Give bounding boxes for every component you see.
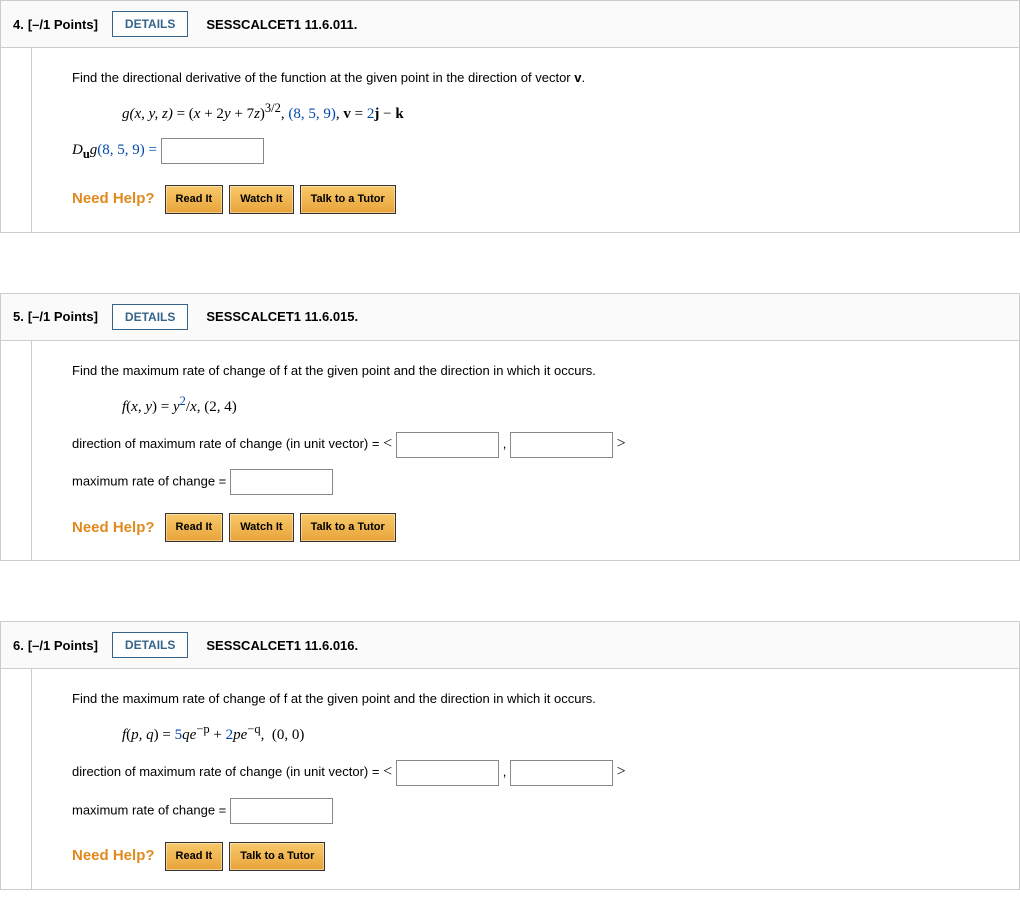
read-it-button[interactable]: Read It xyxy=(165,513,224,542)
need-help-label: Need Help? xyxy=(72,514,155,543)
read-it-button[interactable]: Read It xyxy=(165,185,224,214)
answer-input-q5-dir2[interactable] xyxy=(510,432,613,458)
details-button[interactable]: DETAILS xyxy=(112,632,188,658)
details-button[interactable]: DETAILS xyxy=(112,11,188,37)
label-u: u xyxy=(83,147,90,161)
comma: , xyxy=(503,436,510,451)
question-body: Find the maximum rate of change of f at … xyxy=(31,341,1019,560)
help-row: Need Help? Read It Watch It Talk to a Tu… xyxy=(72,185,997,214)
answer-input-q6-max[interactable] xyxy=(230,798,333,824)
read-it-button[interactable]: Read It xyxy=(165,842,224,871)
question-number: 6. xyxy=(13,638,24,653)
max-label: maximum rate of change = xyxy=(72,802,226,817)
label-D: D xyxy=(72,142,83,158)
max-line: maximum rate of change = xyxy=(72,798,997,824)
question-code: SESSCALCET1 11.6.011. xyxy=(206,17,357,32)
open-bracket: < xyxy=(383,763,396,780)
direction-label: direction of maximum rate of change (in … xyxy=(72,436,379,451)
max-line: maximum rate of change = xyxy=(72,469,997,495)
watch-it-button[interactable]: Watch It xyxy=(229,185,293,214)
answer-label: Dug(8, 5, 9) = xyxy=(72,142,161,158)
answer-line: Dug(8, 5, 9) = xyxy=(72,136,997,167)
question-6: 6. [–/1 Points] DETAILS SESSCALCET1 11.6… xyxy=(0,621,1020,889)
question-4: 4. [–/1 Points] DETAILS SESSCALCET1 11.6… xyxy=(0,0,1020,233)
formula: f(p, q) = 5qe−p + 2pe−q, (0, 0) xyxy=(122,718,997,750)
question-points: [–/1 Points] xyxy=(28,638,98,653)
need-help-label: Need Help? xyxy=(72,185,155,214)
question-number: 4. xyxy=(13,17,24,32)
answer-input-q4[interactable] xyxy=(161,138,264,164)
formula: f(x, y) = y2/x, (2, 4) xyxy=(122,390,997,422)
question-code: SESSCALCET1 11.6.015. xyxy=(206,309,358,324)
direction-line: direction of maximum rate of change (in … xyxy=(72,429,997,459)
question-points: [–/1 Points] xyxy=(28,309,98,324)
answer-input-q6-dir2[interactable] xyxy=(510,760,613,786)
formula: g(x, y, z) = (x + 2y + 7z)3/2, (8, 5, 9)… xyxy=(122,97,997,129)
answer-input-q5-max[interactable] xyxy=(230,469,333,495)
close-bracket: > xyxy=(617,763,626,780)
details-button[interactable]: DETAILS xyxy=(112,304,188,330)
talk-tutor-button[interactable]: Talk to a Tutor xyxy=(300,185,396,214)
question-header: 6. [–/1 Points] DETAILS SESSCALCET1 11.6… xyxy=(1,622,1019,669)
question-body: Find the directional derivative of the f… xyxy=(31,48,1019,232)
question-code: SESSCALCET1 11.6.016. xyxy=(206,638,358,653)
direction-line: direction of maximum rate of change (in … xyxy=(72,757,997,787)
label-point: (8, 5, 9) = xyxy=(97,142,157,158)
question-header: 5. [–/1 Points] DETAILS SESSCALCET1 11.6… xyxy=(1,294,1019,341)
watch-it-button[interactable]: Watch It xyxy=(229,513,293,542)
question-prompt: Find the maximum rate of change of f at … xyxy=(72,687,997,712)
question-body: Find the maximum rate of change of f at … xyxy=(31,669,1019,888)
question-5: 5. [–/1 Points] DETAILS SESSCALCET1 11.6… xyxy=(0,293,1020,561)
vector-v: v xyxy=(574,70,581,85)
comma: , xyxy=(503,764,510,779)
max-label: maximum rate of change = xyxy=(72,474,226,489)
help-row: Need Help? Read It Talk to a Tutor xyxy=(72,842,997,871)
prompt-text: Find the directional derivative of the f… xyxy=(72,70,574,85)
answer-input-q6-dir1[interactable] xyxy=(396,760,499,786)
question-prompt: Find the maximum rate of change of f at … xyxy=(72,359,997,384)
answer-input-q5-dir1[interactable] xyxy=(396,432,499,458)
help-row: Need Help? Read It Watch It Talk to a Tu… xyxy=(72,513,997,542)
question-header: 4. [–/1 Points] DETAILS SESSCALCET1 11.6… xyxy=(1,1,1019,48)
talk-tutor-button[interactable]: Talk to a Tutor xyxy=(300,513,396,542)
need-help-label: Need Help? xyxy=(72,842,155,871)
question-number: 5. xyxy=(13,309,24,324)
talk-tutor-button[interactable]: Talk to a Tutor xyxy=(229,842,325,871)
open-bracket: < xyxy=(383,435,396,452)
question-prompt: Find the directional derivative of the f… xyxy=(72,66,997,91)
close-bracket: > xyxy=(617,435,626,452)
direction-label: direction of maximum rate of change (in … xyxy=(72,764,379,779)
question-points: [–/1 Points] xyxy=(28,17,98,32)
